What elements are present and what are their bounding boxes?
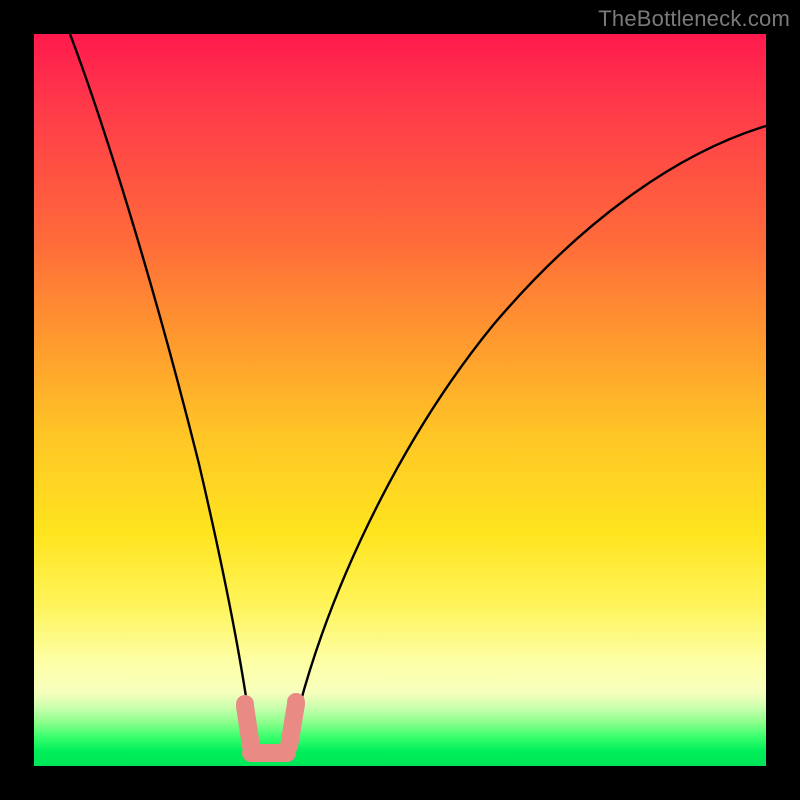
minimum-marker (236, 693, 305, 753)
watermark-text: TheBottleneck.com (598, 6, 790, 32)
chart-frame: TheBottleneck.com (0, 0, 800, 800)
plot-area (34, 34, 766, 766)
curve-path (70, 34, 766, 760)
bottleneck-curve (34, 34, 766, 766)
